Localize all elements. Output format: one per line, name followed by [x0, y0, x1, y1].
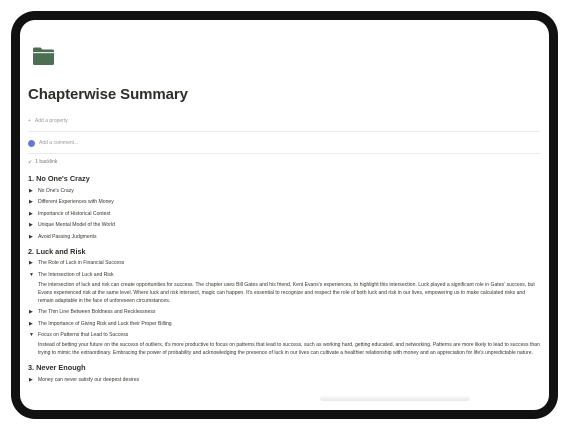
toggle-label: Importance of Historical Context: [38, 210, 111, 217]
toggle-label: Focus on Patterns that Lead to Success: [38, 332, 129, 339]
add-property-label: Add a property: [34, 118, 68, 124]
add-property-button[interactable]: + Add a property: [28, 115, 68, 127]
toggle-label: The Role of Luck in Financial Success: [38, 260, 125, 267]
toggle-collapsed-icon[interactable]: ▶: [28, 211, 38, 217]
toggle-label: Avoid Passing Judgments: [38, 233, 97, 240]
section-heading: 1. No One's Crazy: [28, 174, 90, 183]
avatar: [28, 139, 35, 147]
add-comment-field[interactable]: Add a comment...: [28, 137, 78, 149]
page-title[interactable]: Chapterwise Summary: [28, 86, 188, 103]
comment-placeholder: Add a comment...: [39, 140, 79, 146]
toggle-collapsed-icon[interactable]: ▶: [28, 199, 38, 205]
toggle-item[interactable]: ▶ The Importance of Giving Risk and Luck …: [28, 318, 540, 330]
toggle-label: Money can never satisfy our deepest desi…: [38, 376, 140, 383]
toggle-label: Unique Mental Model of the World: [38, 222, 115, 229]
toggle-item[interactable]: ▶ Money can never satisfy our deepest des…: [28, 374, 540, 386]
toggle-item[interactable]: ▼ The Intersection of Luck and Risk: [28, 269, 540, 281]
toggle-item[interactable]: ▼ Focus on Patterns that Lead to Success: [28, 330, 540, 342]
plus-icon: +: [28, 118, 31, 124]
device-frame: Chapterwise Summary + Add a property Add…: [11, 11, 558, 419]
toggle-item[interactable]: ▶ Unique Mental Model of the World: [28, 220, 540, 232]
toggle-expanded-icon[interactable]: ▼: [28, 332, 38, 338]
toggle-body-text[interactable]: The intersection of luck and risk can cr…: [28, 281, 540, 305]
toggle-label: The Importance of Giving Risk and Luck t…: [38, 320, 172, 327]
toggle-collapsed-icon[interactable]: ▶: [28, 260, 38, 266]
backlinks-button[interactable]: ↙ 1 backlink: [28, 157, 57, 167]
toggle-label: The Thin Line Between Boldness and Reckl…: [38, 309, 156, 316]
toggle-collapsed-icon[interactable]: ▶: [28, 234, 38, 240]
toggle-item[interactable]: ▶ The Role of Luck in Financial Success: [28, 258, 540, 270]
toggle-collapsed-icon[interactable]: ▶: [28, 188, 38, 194]
toggle-item[interactable]: ▶ Importance of Historical Context: [28, 208, 540, 220]
toggle-item[interactable]: ▶ Avoid Passing Judgments: [28, 231, 540, 243]
toggle-collapsed-icon[interactable]: ▶: [28, 222, 38, 228]
section-heading: 3. Never Enough: [28, 363, 86, 372]
toggle-item[interactable]: ▶ The Thin Line Between Boldness and Reck…: [28, 307, 540, 319]
toggle-item[interactable]: ▶ Different Experiences with Money: [28, 197, 540, 209]
toggle-label: The Intersection of Luck and Risk: [38, 271, 114, 278]
toggle-collapsed-icon[interactable]: ▶: [28, 377, 38, 383]
scroll-fade: [320, 395, 470, 401]
toggle-expanded-icon[interactable]: ▼: [28, 272, 38, 278]
section-heading: 2. Luck and Risk: [28, 246, 86, 256]
folder-icon[interactable]: [32, 46, 55, 66]
backlinks-count: 1 backlink: [35, 159, 58, 165]
page-content: 1. No One's Crazy ▶ No One's Crazy ▶ Diffe…: [28, 173, 540, 386]
toggle-collapsed-icon[interactable]: ▶: [28, 309, 38, 315]
toggle-collapsed-icon[interactable]: ▶: [28, 321, 38, 327]
divider: [28, 153, 540, 154]
toggle-body-text[interactable]: Instead of betting your future on the su…: [28, 341, 540, 357]
toggle-label: Different Experiences with Money: [38, 199, 114, 206]
app-screen: Chapterwise Summary + Add a property Add…: [20, 20, 549, 410]
toggle-label: No One's Crazy: [38, 187, 74, 194]
backlink-arrow-icon: ↙: [28, 159, 33, 165]
divider: [28, 131, 540, 132]
toggle-item[interactable]: ▶ No One's Crazy: [28, 185, 540, 197]
